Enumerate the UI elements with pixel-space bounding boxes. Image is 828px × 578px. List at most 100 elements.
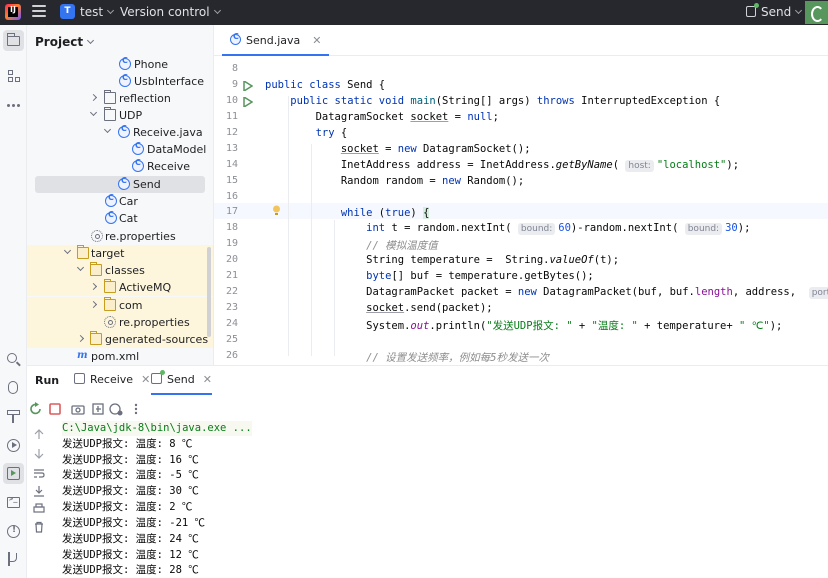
tree-item[interactable]: target [27, 245, 213, 262]
param-hint: port: [808, 287, 828, 299]
tool-window-stripe [0, 25, 27, 578]
terminal-tool-button[interactable] [3, 492, 24, 513]
camera-icon[interactable] [71, 402, 85, 416]
tree-item[interactable]: UDP [27, 107, 213, 124]
main-menu-icon[interactable] [32, 5, 46, 19]
tree-item[interactable]: classes [27, 262, 213, 279]
tree-item[interactable]: re.properties [27, 228, 213, 245]
scroll-up-icon[interactable] [33, 428, 45, 443]
tree-item-label: Receive.java [133, 126, 203, 139]
tab-run-receive[interactable]: Receive ✕ [74, 373, 150, 395]
tree-item-label: Car [119, 195, 138, 208]
folder-icon [90, 331, 102, 345]
stop-button[interactable] [48, 402, 62, 416]
tree-item-label: Send [133, 178, 161, 191]
tree-item-label: UDP [119, 109, 143, 122]
folder-icon [7, 33, 20, 46]
tree-item[interactable]: UsbInterface [27, 73, 213, 90]
console-line: 发送UDP报文: 温度: -5 ℃ [62, 469, 199, 481]
rerun-button[interactable] [29, 402, 43, 416]
project-tool-button[interactable] [3, 30, 24, 51]
chevron-down-icon[interactable] [63, 246, 72, 255]
tree-item[interactable]: ActiveMQ [27, 279, 213, 296]
line-number: 11 [225, 111, 238, 122]
tree-item[interactable]: Receive [27, 158, 213, 175]
build-tool-button[interactable] [3, 406, 24, 427]
intellij-logo-icon[interactable]: IJ [5, 4, 21, 20]
line-number: 26 [225, 350, 238, 361]
print-icon[interactable] [33, 503, 45, 518]
code-line: public class Send { [265, 79, 386, 91]
tree-item[interactable]: generated-sources [27, 331, 213, 348]
chevron-down-icon[interactable] [103, 125, 112, 134]
tree-item[interactable]: DataModel [27, 141, 213, 158]
tree-item[interactable]: m pom.xml [27, 348, 213, 365]
scroll-to-end-icon[interactable] [33, 485, 45, 500]
code-area[interactable]: 8 9 10 11 12 13 14 15 16 17 18 19 20 21 … [214, 56, 828, 365]
close-tab-icon[interactable]: ✕ [203, 373, 212, 386]
run-toolbar [27, 400, 828, 420]
scroll-down-icon[interactable] [33, 448, 45, 463]
run-tool-window: Run Receive ✕ Send ✕ C:\Java\jdk-8\bin\jav… [27, 365, 828, 578]
more-options-icon[interactable] [129, 402, 143, 416]
run-tool-button[interactable] [3, 463, 24, 484]
code-comment: // 设置发送频率，例如每5秒发送一次 [366, 352, 549, 364]
title-bar: IJ T test Version control Send [0, 0, 828, 25]
console-command-line[interactable]: C:\Java\jdk-8\bin\java.exe ... [62, 421, 252, 436]
services-tool-button[interactable] [3, 435, 24, 456]
tree-item[interactable]: Cat [27, 210, 213, 227]
console-line: 发送UDP报文: 温度: 2 ℃ [62, 501, 193, 513]
run-main-gutter-icon[interactable] [243, 95, 254, 110]
attach-debugger-icon[interactable] [109, 402, 123, 416]
project-badge[interactable]: T [60, 4, 75, 19]
project-title: Project [35, 35, 84, 49]
tree-item[interactable]: Phone [27, 56, 213, 73]
project-switcher[interactable]: test [80, 5, 115, 19]
tree-item[interactable]: reflection [27, 90, 213, 107]
run-config-name: Send [761, 5, 792, 19]
console-line: 发送UDP报文: 温度: 8 ℃ [62, 438, 193, 450]
chevron-right-icon[interactable] [89, 300, 98, 309]
chevron-down-icon[interactable] [76, 263, 85, 272]
chevron-right-icon[interactable] [76, 334, 85, 343]
class-icon [119, 56, 131, 70]
close-tab-icon[interactable]: ✕ [141, 373, 150, 386]
more-tools-button[interactable] [3, 95, 24, 116]
console-line: 发送UDP报文: 温度: 30 ℃ [62, 485, 199, 497]
code-line: byte[] buf = temperature.getBytes(); [366, 270, 594, 282]
chevron-down-icon [213, 6, 221, 15]
tree-item-label: re.properties [119, 316, 190, 329]
soft-wrap-icon[interactable] [33, 467, 45, 482]
restore-layout-icon[interactable] [91, 402, 105, 416]
project-view-selector[interactable]: Project [35, 35, 95, 49]
scrollbar-thumb[interactable] [207, 247, 211, 337]
structure-tool-button[interactable] [3, 66, 24, 87]
run-config-selector[interactable]: Send [761, 5, 803, 19]
line-number: 15 [225, 175, 238, 186]
version-control-menu[interactable]: Version control [120, 5, 221, 19]
rerun-debug-button[interactable] [805, 1, 828, 24]
git-tool-button[interactable] [3, 549, 24, 570]
search-tool-button[interactable] [3, 349, 24, 370]
tab-label: Send [167, 373, 195, 386]
tree-item[interactable]: Receive.java [27, 124, 213, 141]
param-hint: host: [625, 160, 654, 172]
run-class-gutter-icon[interactable] [243, 79, 254, 94]
tree-item[interactable]: re.properties [27, 314, 213, 331]
chevron-right-icon[interactable] [89, 93, 98, 102]
debug-tool-button[interactable] [3, 377, 24, 398]
class-icon [118, 176, 130, 190]
tab-run-send[interactable]: Send ✕ [151, 370, 212, 395]
tree-item[interactable]: Car [27, 193, 213, 210]
class-icon [132, 141, 144, 155]
tree-item[interactable]: com [27, 297, 213, 314]
chevron-down-icon[interactable] [89, 108, 98, 117]
tree-item-selected[interactable]: Send [35, 176, 205, 193]
run-config-icon [74, 373, 85, 384]
trash-icon[interactable] [33, 521, 45, 536]
tree-item-label: re.properties [105, 230, 176, 243]
build-icon [7, 410, 20, 423]
problems-tool-button[interactable] [3, 521, 24, 542]
chevron-right-icon[interactable] [89, 282, 98, 291]
code-line: String temperature = String.valueOf(t); [265, 254, 620, 266]
